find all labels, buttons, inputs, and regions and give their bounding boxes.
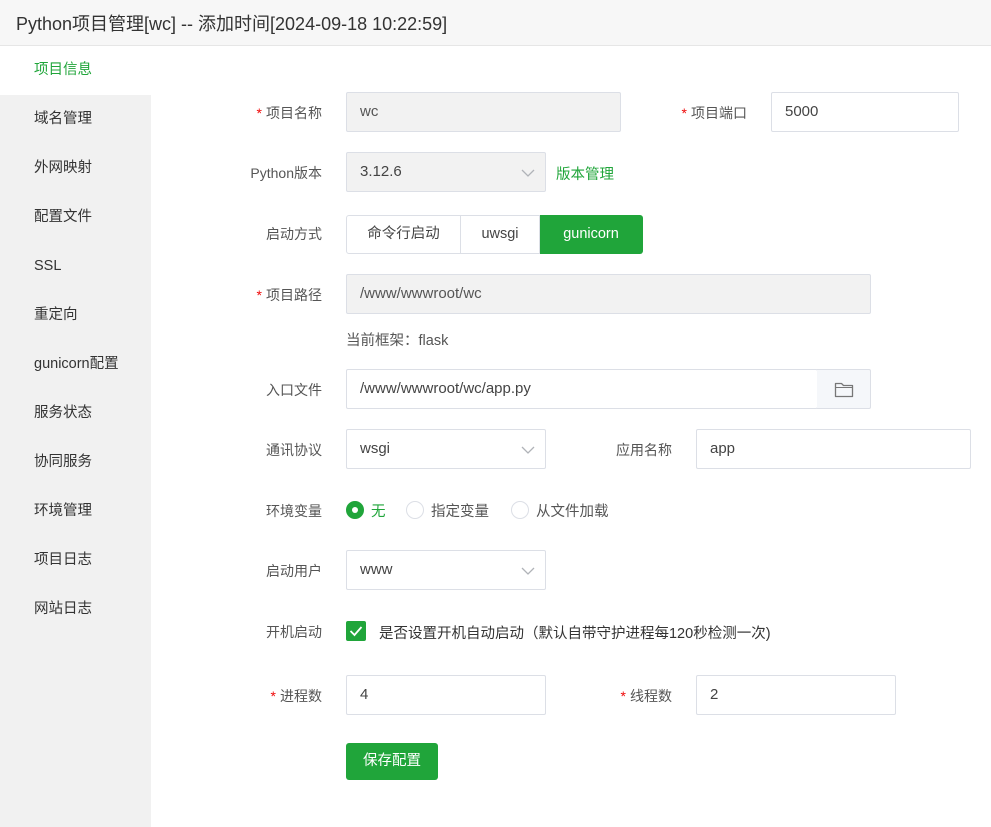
python-version-label: Python版本	[250, 165, 322, 181]
required-mark: *	[620, 688, 626, 704]
folder-icon	[834, 382, 854, 398]
protocol-value: wsgi	[360, 440, 391, 457]
start-mode-label: 启动方式	[266, 226, 322, 242]
start-user-value: www	[360, 561, 393, 578]
sidebar: 项目信息 域名管理 外网映射 配置文件 SSL 重定向 gunicorn配置 服…	[0, 46, 151, 827]
start-mode-uwsgi-button[interactable]: uwsgi	[461, 215, 540, 254]
project-port-label: * 项目端口	[681, 105, 747, 121]
required-mark: *	[270, 688, 276, 704]
sidebar-item-project-info[interactable]: 项目信息	[0, 46, 151, 95]
sidebar-item-domain[interactable]: 域名管理	[0, 95, 151, 144]
processes-label: * 进程数	[270, 688, 322, 704]
env-vars-none-radio[interactable]: 无	[346, 500, 386, 520]
radio-dot	[511, 501, 529, 519]
sidebar-item-coop-service[interactable]: 协同服务	[0, 438, 151, 487]
autostart-checkbox[interactable]	[346, 621, 366, 641]
python-version-select[interactable]: 3.12.6	[346, 152, 546, 192]
browse-folder-button[interactable]	[817, 369, 871, 409]
entry-file-label: 入口文件	[266, 382, 322, 398]
threads-label: * 线程数	[620, 688, 672, 704]
app-name-label: 应用名称	[616, 442, 672, 458]
radio-dot	[406, 501, 424, 519]
env-vars-label: 环境变量	[266, 503, 322, 519]
sidebar-item-redirect[interactable]: 重定向	[0, 291, 151, 340]
project-name-field[interactable]: wc	[346, 92, 621, 132]
project-path-label: * 项目路径	[256, 287, 322, 303]
start-mode-gunicorn-button[interactable]: gunicorn	[540, 215, 643, 254]
sidebar-item-gunicorn-config[interactable]: gunicorn配置	[0, 340, 151, 389]
chevron-down-icon	[521, 446, 535, 454]
protocol-select[interactable]: wsgi	[346, 429, 546, 469]
processes-field[interactable]: 4	[346, 675, 546, 715]
sidebar-item-site-log[interactable]: 网站日志	[0, 585, 151, 634]
autostart-text: 是否设置开机自动启动（默认自带守护进程每120秒检测一次)	[379, 626, 771, 642]
start-mode-cli-button[interactable]: 命令行启动	[346, 215, 461, 254]
start-user-select[interactable]: www	[346, 550, 546, 590]
checkmark-icon	[349, 626, 363, 637]
framework-hint: 当前框架：flask	[346, 333, 449, 349]
required-mark: *	[681, 105, 687, 121]
protocol-label: 通讯协议	[266, 442, 322, 458]
version-management-link[interactable]: 版本管理	[556, 163, 614, 184]
app-name-field[interactable]: app	[696, 429, 971, 469]
project-name-label: * 项目名称	[256, 105, 322, 121]
sidebar-item-external-mapping[interactable]: 外网映射	[0, 144, 151, 193]
project-port-field[interactable]: 5000	[771, 92, 959, 132]
sidebar-item-service-status[interactable]: 服务状态	[0, 389, 151, 438]
sidebar-item-project-log[interactable]: 项目日志	[0, 536, 151, 585]
required-mark: *	[256, 287, 262, 303]
required-mark: *	[256, 105, 262, 121]
start-user-label: 启动用户	[266, 563, 322, 579]
autostart-label: 开机启动	[266, 624, 322, 640]
python-version-value: 3.12.6	[360, 163, 402, 180]
sidebar-item-ssl[interactable]: SSL	[0, 242, 151, 291]
radio-dot	[346, 501, 364, 519]
threads-field[interactable]: 2	[696, 675, 896, 715]
start-mode-segmented: 命令行启动 uwsgi gunicorn	[346, 215, 643, 254]
chevron-down-icon	[521, 169, 535, 177]
env-vars-from-file-radio[interactable]: 从文件加载	[511, 500, 609, 520]
entry-file-field[interactable]: /www/wwwroot/wc/app.py	[346, 369, 818, 409]
chevron-down-icon	[521, 567, 535, 575]
window-titlebar: Python项目管理[wc] -- 添加时间[2024-09-18 10:22:…	[0, 0, 991, 46]
env-vars-specify-radio[interactable]: 指定变量	[406, 500, 489, 520]
project-path-field[interactable]: /www/wwwroot/wc	[346, 274, 871, 314]
window-title: Python项目管理[wc] -- 添加时间[2024-09-18 10:22:…	[16, 14, 448, 34]
sidebar-item-env-management[interactable]: 环境管理	[0, 487, 151, 536]
save-config-button[interactable]: 保存配置	[346, 743, 438, 780]
sidebar-item-config-file[interactable]: 配置文件	[0, 193, 151, 242]
